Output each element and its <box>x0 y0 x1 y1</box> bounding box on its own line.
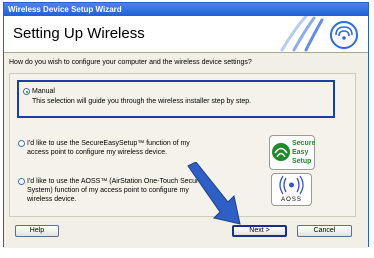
cancel-button[interactable]: Cancel <box>297 225 352 237</box>
secureeasysetup-logo: Secure Easy Setup <box>269 135 315 170</box>
secureeasysetup-radio[interactable] <box>18 140 25 147</box>
aoss-signal-icon <box>279 175 304 195</box>
aoss-radio[interactable] <box>18 178 25 185</box>
aoss-logo: AOSS <box>271 173 312 206</box>
manual-description: This selection will guide you through th… <box>32 98 252 105</box>
aoss-logo-text: AOSS <box>281 197 302 203</box>
help-button[interactable]: Help <box>15 225 59 237</box>
secureeasysetup-label-line2: access point to configure my wireless de… <box>27 149 168 156</box>
manual-radio[interactable] <box>23 88 30 95</box>
ses-logo-line1: Secure <box>292 140 316 147</box>
wizard-header: Setting Up Wireless <box>4 16 368 53</box>
aoss-label-line2: System) function of my access point to c… <box>27 187 189 194</box>
aoss-label-line1: I'd like to use the AOSS™ (AirStation On… <box>27 178 203 185</box>
ses-logo-line2: Easy <box>292 149 309 156</box>
secureeasysetup-label-line1: I'd like to use the SecureEasySetup™ fun… <box>27 140 190 147</box>
wireless-signal-icon <box>280 16 358 52</box>
next-button[interactable]: Next > <box>232 225 287 237</box>
manual-label: Manual <box>32 88 55 95</box>
question-text: How do you wish to configure your comput… <box>9 59 252 66</box>
pointer-arrow-icon <box>187 162 241 225</box>
aoss-label-line3: wireless device. <box>27 196 77 203</box>
window-title: Wireless Device Setup Wizard <box>4 3 368 16</box>
page-title: Setting Up Wireless <box>13 25 145 42</box>
ses-logo-line3: Setup <box>292 158 312 165</box>
